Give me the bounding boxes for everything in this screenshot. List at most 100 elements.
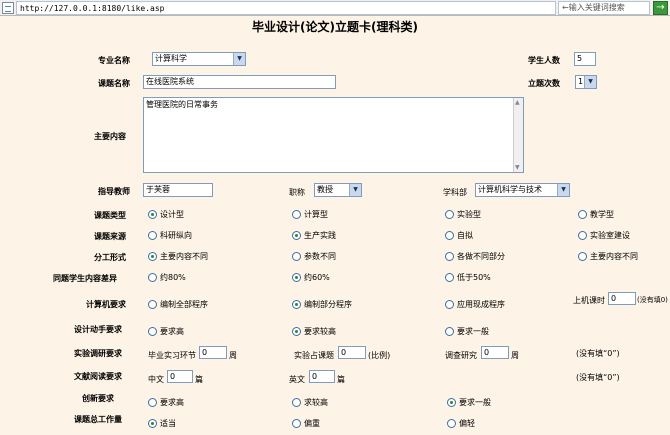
hours-label: 上机课时 — [573, 296, 605, 305]
radio-icon — [292, 300, 301, 309]
option-label: 要求高 — [160, 398, 184, 407]
division-option-1[interactable]: 参数不同 — [292, 251, 336, 262]
option-label: 生产实践 — [304, 231, 336, 240]
innovation-option-2[interactable]: 要求一般 — [447, 397, 491, 408]
teacher-input[interactable]: 于芙蓉 — [143, 183, 213, 197]
reading-en-input[interactable]: 0 — [309, 370, 335, 383]
radio-icon — [578, 252, 587, 261]
radio-icon — [292, 231, 301, 240]
student-count-input[interactable]: 5 — [574, 52, 596, 66]
topic-source-option-2[interactable]: 自拟 — [445, 230, 473, 241]
reading-en-label: 英文 — [289, 375, 305, 384]
innovation-option-0[interactable]: 要求高 — [148, 397, 184, 408]
radio-icon — [292, 273, 301, 282]
chevron-down-icon: ▼ — [233, 53, 245, 65]
radio-icon — [445, 273, 454, 282]
option-label: 科研纵向 — [160, 231, 192, 240]
design-req-option-1[interactable]: 要求较高 — [292, 326, 336, 337]
major-select[interactable]: 计算科学 ▼ — [152, 52, 246, 66]
survey-field-3-unit: 周 — [511, 351, 519, 360]
option-label: 自拟 — [457, 231, 473, 240]
radio-icon — [148, 398, 157, 407]
topic-name-label: 课题名称 — [98, 79, 130, 88]
radio-icon — [292, 398, 301, 407]
option-label: 要求高 — [160, 327, 184, 336]
design-req-option-2[interactable]: 要求一般 — [445, 326, 489, 337]
radio-icon — [148, 327, 157, 336]
survey-field-1-label: 毕业实习环节 — [148, 351, 196, 360]
topic-source-option-0[interactable]: 科研纵向 — [148, 230, 192, 241]
survey-note: (没有填“0”) — [576, 349, 620, 358]
radio-icon — [445, 231, 454, 240]
reading-cn-input[interactable]: 0 — [167, 370, 193, 383]
dept-select[interactable]: 计算机科学与技术 ▼ — [475, 183, 570, 197]
topic-name-input[interactable]: 在线医院系统 — [143, 75, 336, 89]
search-input[interactable]: ←输入关键词搜索 — [558, 1, 650, 15]
reading-cn-unit: 篇 — [195, 375, 203, 384]
diff-option-0[interactable]: 约80% — [148, 272, 186, 283]
topic-type-option-1[interactable]: 计算型 — [292, 209, 328, 220]
option-label: 求较高 — [304, 398, 328, 407]
radio-icon — [445, 327, 454, 336]
option-label: 编制部分程序 — [304, 300, 352, 309]
topic-source-option-1[interactable]: 生产实践 — [292, 230, 336, 241]
main-content-text: 管理医院的日常事务 — [146, 100, 218, 109]
workload-option-2[interactable]: 偏轻 — [447, 418, 475, 429]
url-input[interactable]: http://127.0.0.1:8180/like.asp — [16, 1, 556, 15]
topic-times-select-value: 1 — [578, 77, 584, 86]
design-req-option-0[interactable]: 要求高 — [148, 326, 184, 337]
workload-option-0[interactable]: 适当 — [148, 418, 176, 429]
hours-input[interactable]: 0 — [608, 292, 636, 305]
page-icon — [2, 2, 14, 14]
option-label: 编制全部程序 — [160, 300, 208, 309]
option-label: 要求一般 — [459, 398, 491, 407]
topic-times-select[interactable]: 1 ▼ — [575, 75, 597, 89]
computer-req-label: 计算机要求 — [86, 300, 126, 309]
radio-icon — [148, 300, 157, 309]
textarea-scrollbar[interactable] — [513, 98, 523, 172]
option-label: 教学型 — [590, 210, 614, 219]
innovation-option-1[interactable]: 求较高 — [292, 397, 328, 408]
option-label: 偏轻 — [459, 419, 475, 428]
division-option-3[interactable]: 主要内容不同 — [578, 251, 638, 262]
workload-option-1[interactable]: 偏重 — [292, 418, 320, 429]
innovation-label: 创新要求 — [82, 394, 114, 403]
reading-note: (没有填“0”) — [576, 373, 620, 382]
topic-type-option-3[interactable]: 教学型 — [578, 209, 614, 220]
radio-icon — [148, 210, 157, 219]
topic-source-option-3[interactable]: 实验室建设 — [578, 230, 630, 241]
address-bar: http://127.0.0.1:8180/like.asp ←输入关键词搜索 … — [0, 0, 670, 16]
option-label: 实验室建设 — [590, 231, 630, 240]
computer-req-option-2[interactable]: 应用现成程序 — [445, 299, 505, 310]
rank-select[interactable]: 教授 ▼ — [314, 183, 362, 197]
computer-req-option-0[interactable]: 编制全部程序 — [148, 299, 208, 310]
topic-type-option-0[interactable]: 设计型 — [148, 209, 184, 220]
topic-type-label: 课题类型 — [94, 211, 126, 220]
survey-field-2-label: 实验占课题 — [294, 351, 334, 360]
diff-option-2[interactable]: 低于50% — [445, 272, 491, 283]
diff-option-1[interactable]: 约60% — [292, 272, 330, 283]
radio-icon — [292, 419, 301, 428]
survey-field-2-unit: (比例) — [368, 351, 391, 360]
main-content-textarea[interactable]: 管理医院的日常事务 — [143, 97, 524, 173]
option-label: 要求较高 — [304, 327, 336, 336]
radio-icon — [148, 273, 157, 282]
survey-field-2-input[interactable]: 0 — [338, 346, 366, 359]
radio-icon — [292, 327, 301, 336]
topic-type-option-2[interactable]: 实验型 — [445, 209, 481, 220]
reading-req-label: 文献阅读要求 — [74, 372, 122, 381]
radio-icon — [292, 210, 301, 219]
survey-field-3-input[interactable]: 0 — [481, 346, 509, 359]
computer-req-option-1[interactable]: 编制部分程序 — [292, 299, 352, 310]
survey-field-1-unit: 周 — [229, 351, 237, 360]
rank-label: 职称 — [289, 188, 305, 197]
survey-field-3-label: 调查研究 — [445, 351, 477, 360]
major-label: 专业名称 — [98, 56, 130, 65]
reading-cn-label: 中文 — [148, 375, 164, 384]
chevron-down-icon: ▼ — [557, 184, 569, 196]
go-button[interactable]: → — [653, 1, 668, 15]
division-option-0[interactable]: 主要内容不同 — [148, 251, 208, 262]
radio-icon — [447, 419, 456, 428]
division-option-2[interactable]: 各做不同部分 — [445, 251, 505, 262]
survey-field-1-input[interactable]: 0 — [199, 346, 227, 359]
